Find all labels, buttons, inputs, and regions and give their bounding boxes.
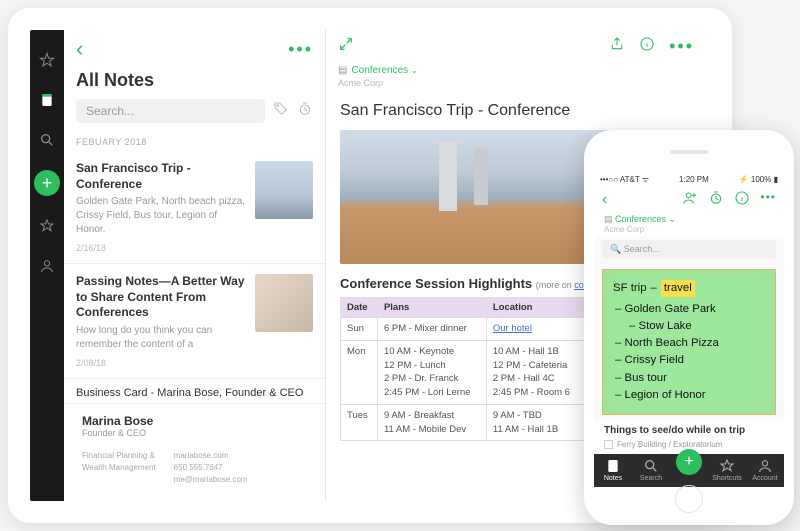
table-header: Location [486, 298, 585, 318]
expand-icon[interactable] [338, 36, 354, 57]
note-title[interactable]: Things to see/do while on trip [594, 421, 784, 440]
notebook-sub: Acme Corp [326, 78, 706, 96]
tab-search[interactable]: Search [632, 454, 670, 487]
notebook-name[interactable]: Conferences ⌄ [615, 214, 676, 224]
bc-name: Marina Bose [82, 414, 307, 428]
table-header: Date [341, 298, 378, 318]
more-menu[interactable]: ••• [288, 39, 313, 60]
note-item[interactable]: Passing Notes—A Better Way to Share Cont… [64, 264, 325, 379]
note-item-title: Passing Notes—A Better Way to Share Cont… [76, 274, 245, 321]
sticky-note-image: SF trip – travel Golden Gate Park Stow L… [602, 269, 776, 415]
note-item-title[interactable]: Business Card - Marina Bose, Founder & C… [64, 379, 325, 404]
note-list-panel: ‹ ••• All Notes FEBUARY 2018 San Francis… [64, 30, 326, 501]
tab-account[interactable]: Account [746, 454, 784, 487]
phone-status-bar: •••○○ AT&T ᯤ 1:20 PM ⚡ 100% ▮ [594, 172, 784, 187]
note-item-date: 2/08/18 [76, 358, 245, 368]
note-item-preview: Golden Gate Park, North beach pizza, Cri… [76, 195, 245, 237]
note-list-title: All Notes [76, 70, 313, 91]
hotel-link[interactable]: Our hotel [493, 323, 532, 334]
more-menu[interactable]: ••• [760, 190, 776, 209]
note-item-title: San Francisco Trip - Conference [76, 161, 245, 192]
reminder-icon[interactable] [297, 101, 313, 122]
note-thumbnail [255, 161, 313, 219]
search-input[interactable] [76, 99, 265, 123]
bc-role: Founder & CEO [82, 428, 307, 438]
star-icon[interactable] [37, 216, 57, 236]
more-menu[interactable]: ••• [669, 36, 694, 57]
info-icon[interactable] [639, 36, 655, 57]
tag-icon[interactable] [273, 101, 289, 122]
reminder-icon[interactable] [708, 190, 724, 209]
account-icon[interactable] [37, 256, 57, 276]
back-button[interactable]: ‹ [76, 36, 83, 62]
phone-tab-bar: Notes Search + Shortcuts Account [594, 454, 784, 487]
month-label: FEBUARY 2018 [64, 133, 325, 151]
tab-notes[interactable]: Notes [594, 454, 632, 487]
share-icon[interactable] [609, 36, 625, 57]
info-icon[interactable] [734, 190, 750, 209]
phone-screen: •••○○ AT&T ᯤ 1:20 PM ⚡ 100% ▮ ‹ ••• ▤ Co… [594, 172, 784, 487]
note-item[interactable]: San Francisco Trip - Conference Golden G… [64, 151, 325, 264]
notebook-icon: ▤ [338, 65, 347, 76]
note-item-date: 2/16/18 [76, 243, 245, 253]
add-note-button[interactable]: + [34, 170, 60, 196]
note-title[interactable]: San Francisco Trip - Conference [326, 96, 706, 130]
notes-icon[interactable] [37, 90, 57, 110]
back-button[interactable]: ‹ [602, 191, 607, 209]
note-item-preview: How long do you think you can remember t… [76, 324, 245, 352]
note-thumbnail [255, 274, 313, 332]
table-header: Plans [377, 298, 486, 318]
phone-device: •••○○ AT&T ᯤ 1:20 PM ⚡ 100% ▮ ‹ ••• ▤ Co… [584, 130, 794, 525]
search-icon[interactable] [37, 130, 57, 150]
add-person-icon[interactable] [682, 190, 698, 209]
business-card: Marina Bose Founder & CEO Financial Plan… [64, 404, 325, 496]
tab-add[interactable]: + [670, 446, 708, 479]
search-input[interactable]: 🔍 Search... [602, 240, 776, 259]
tab-shortcuts[interactable]: Shortcuts [708, 454, 746, 487]
sidebar: + [30, 30, 64, 501]
notebook-name[interactable]: Conferences ⌄ [351, 65, 417, 76]
shortcuts-icon[interactable] [37, 50, 57, 70]
